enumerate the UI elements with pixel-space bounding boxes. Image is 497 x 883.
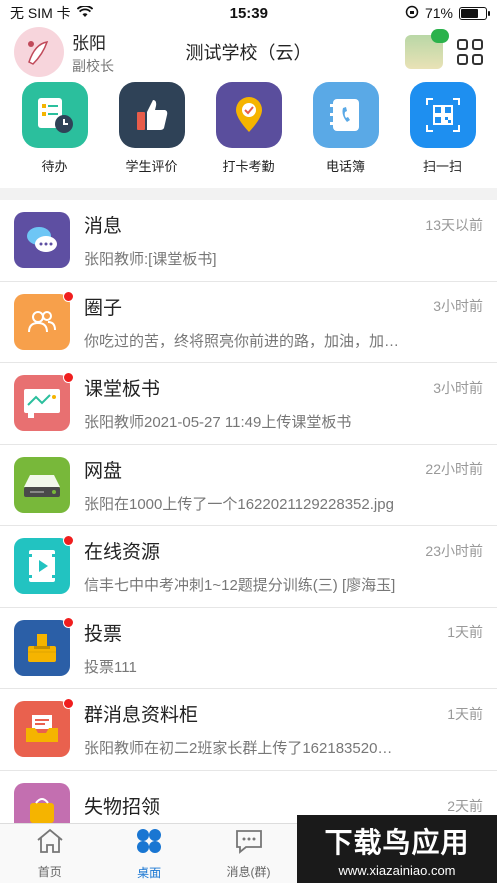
- shortcut-label: 打卡考勤: [222, 159, 275, 174]
- list-item-online-resources[interactable]: 在线资源 23小时前 信丰七中中考冲刺1~12题提分训练(三) [廖海玉]: [0, 526, 497, 608]
- shortcut-bar: 待办 学生评价 打卡考勤 电话簿 扫一扫: [0, 78, 497, 188]
- ballot-box-icon: [14, 616, 74, 676]
- status-bar: 无 SIM 卡 15:39 71%: [0, 0, 497, 26]
- unread-badge: [63, 372, 74, 384]
- list-item-netdisk[interactable]: 网盘 22小时前 张阳在1000上传了一个1622021129228352.jp…: [0, 445, 497, 526]
- watermark: 下载鸟应用 www.xiazainiao.com: [297, 815, 497, 883]
- item-subtitle: 信丰七中中考冲刺1~12题提分训练(三) [廖海玉]: [84, 577, 396, 595]
- watermark-title: 下载鸟应用: [324, 826, 470, 858]
- shortcut-student-evaluation[interactable]: 学生评价: [112, 82, 192, 175]
- unread-badge: [63, 535, 74, 547]
- shortcut-label: 学生评价: [125, 159, 178, 174]
- shortcut-label: 扫一扫: [422, 159, 462, 174]
- tab-home[interactable]: 首页: [0, 824, 99, 883]
- item-time: 22小时前: [425, 461, 483, 478]
- message-list: 消息 13天以前 张阳教师:[课堂板书] 圈子 3小时前 你吃过的苦，终将照亮你…: [0, 200, 497, 852]
- tab-label: 消息(群): [226, 864, 271, 879]
- message-icon: [234, 828, 264, 859]
- tab-label: 首页: [37, 864, 62, 879]
- battery-percent: 71%: [424, 5, 453, 21]
- list-item-vote[interactable]: 投票 1天前 投票111: [0, 608, 497, 689]
- shortcut-label: 电话簿: [325, 159, 365, 174]
- location-pin-icon: [215, 82, 282, 148]
- chat-bubble-icon: [14, 212, 70, 269]
- unread-badge: [63, 290, 74, 302]
- list-item-circle[interactable]: 圈子 3小时前 你吃过的苦，终将照亮你前进的路，加油，加…: [0, 282, 497, 363]
- unread-badge: [63, 616, 74, 628]
- tab-messages-group[interactable]: 消息(群): [199, 824, 298, 883]
- item-title: 课堂板书: [84, 379, 161, 401]
- inbox-icon: [14, 698, 74, 758]
- tab-desktop[interactable]: 桌面: [99, 824, 198, 883]
- avatar[interactable]: [14, 27, 64, 77]
- item-time: 1天前: [447, 705, 483, 722]
- item-time: 3小时前: [433, 379, 483, 396]
- carrier-label: 无 SIM 卡: [10, 5, 71, 21]
- video-icon: [14, 535, 74, 595]
- phone-book-icon: [312, 82, 379, 148]
- shortcut-attendance[interactable]: 打卡考勤: [209, 82, 289, 175]
- hard-drive-icon: [14, 456, 70, 513]
- app-header: 张阳 副校长 测试学校（云）: [0, 26, 497, 78]
- item-subtitle: 张阳教师在初二2班家长群上传了162183520…: [84, 740, 393, 758]
- section-divider: [0, 188, 497, 200]
- shortcut-todo[interactable]: 待办: [15, 82, 95, 175]
- unread-badge: [63, 698, 74, 710]
- app-grid-button[interactable]: [457, 39, 483, 65]
- list-item-group-file-cabinet[interactable]: 群消息资料柜 1天前 张阳教师在初二2班家长群上传了162183520…: [0, 689, 497, 771]
- item-subtitle: 张阳教师:[课堂板书]: [84, 251, 217, 269]
- item-title: 圈子: [84, 297, 123, 319]
- user-name: 张阳: [72, 33, 106, 53]
- thumbs-up-icon: [118, 82, 185, 148]
- list-item-blackboard[interactable]: 课堂板书 3小时前 张阳教师2021-05-27 11:49上传课堂板书: [0, 363, 497, 445]
- class-circle-button[interactable]: [405, 29, 449, 69]
- item-time: 2天前: [447, 797, 483, 814]
- user-role: 副校长: [72, 57, 114, 74]
- item-time: 13天以前: [425, 216, 483, 233]
- shortcut-label: 待办: [41, 159, 68, 174]
- wechat-icon: [431, 29, 449, 43]
- shortcut-scan[interactable]: 扫一扫: [403, 82, 483, 175]
- battery-icon: [458, 6, 490, 20]
- item-time: 1天前: [447, 624, 483, 641]
- item-subtitle: 张阳在1000上传了一个1622021129228352.jpg: [84, 495, 394, 513]
- qr-scan-icon: [409, 82, 476, 148]
- item-subtitle: 你吃过的苦，终将照亮你前进的路，加油，加…: [84, 332, 400, 350]
- todo-icon: [21, 82, 88, 148]
- wifi-icon: [76, 5, 93, 21]
- orientation-lock-icon: [405, 5, 419, 22]
- item-time: 3小时前: [433, 298, 483, 315]
- item-title: 消息: [84, 216, 123, 238]
- item-subtitle: 张阳教师2021-05-27 11:49上传课堂板书: [84, 414, 352, 432]
- item-title: 群消息资料柜: [84, 705, 199, 727]
- shortcut-phone-book[interactable]: 电话簿: [306, 82, 386, 175]
- desktop-grid-icon: [135, 827, 163, 860]
- item-title: 投票: [84, 623, 123, 645]
- watermark-url: www.xiazainiao.com: [338, 862, 456, 878]
- item-title: 网盘: [84, 460, 123, 482]
- home-icon: [35, 828, 65, 859]
- clock: 15:39: [229, 4, 268, 22]
- item-time: 23小时前: [425, 542, 483, 559]
- tab-label: 桌面: [137, 865, 162, 880]
- item-subtitle: 投票111: [84, 658, 137, 676]
- item-title: 在线资源: [84, 542, 161, 564]
- item-title: 失物招领: [84, 797, 161, 819]
- group-icon: [14, 290, 74, 350]
- list-item-messages[interactable]: 消息 13天以前 张阳教师:[课堂板书]: [0, 200, 497, 282]
- blackboard-icon: [14, 372, 74, 432]
